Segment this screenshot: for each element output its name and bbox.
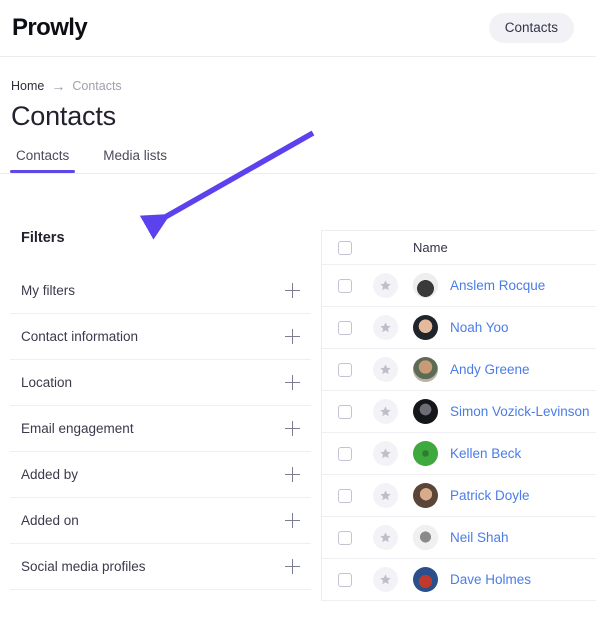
table-row[interactable]: Noah Yoo bbox=[322, 307, 596, 349]
contact-name-link[interactable]: Andy Greene bbox=[450, 362, 530, 377]
star-icon[interactable] bbox=[373, 483, 398, 508]
filter-row-contact-information[interactable]: Contact information bbox=[10, 314, 311, 360]
star-icon[interactable] bbox=[373, 441, 398, 466]
row-checkbox[interactable] bbox=[338, 404, 352, 419]
contact-name-link[interactable]: Simon Vozick-Levinson bbox=[450, 404, 590, 419]
tab-contacts[interactable]: Contacts bbox=[9, 148, 76, 173]
column-header-name: Name bbox=[413, 240, 448, 255]
filters-heading: Filters bbox=[21, 230, 65, 246]
contacts-header-button[interactable]: Contacts bbox=[488, 13, 574, 43]
contact-name-link[interactable]: Neil Shah bbox=[450, 530, 509, 545]
table-row[interactable]: Andy Greene bbox=[322, 349, 596, 391]
row-checkbox[interactable] bbox=[338, 278, 352, 293]
row-checkbox[interactable] bbox=[338, 320, 352, 335]
breadcrumb-home[interactable]: Home bbox=[11, 79, 44, 93]
avatar bbox=[413, 567, 438, 592]
row-checkbox[interactable] bbox=[338, 446, 352, 461]
filter-row-email-engagement[interactable]: Email engagement bbox=[10, 406, 311, 452]
app-logo: Prowly bbox=[12, 14, 88, 41]
avatar bbox=[413, 525, 438, 550]
main-content: Filters My filters Contact information L… bbox=[0, 230, 596, 601]
filter-label: Social media profiles bbox=[21, 559, 146, 574]
table-row[interactable]: Kellen Beck bbox=[322, 433, 596, 475]
plus-icon[interactable] bbox=[285, 375, 300, 390]
filter-row-social-media-profiles[interactable]: Social media profiles bbox=[10, 544, 311, 590]
star-icon[interactable] bbox=[373, 399, 398, 424]
contact-name-link[interactable]: Dave Holmes bbox=[450, 572, 531, 587]
plus-icon[interactable] bbox=[285, 513, 300, 528]
avatar bbox=[413, 357, 438, 382]
page-title: Contacts bbox=[11, 101, 116, 131]
avatar bbox=[413, 399, 438, 424]
star-icon[interactable] bbox=[373, 357, 398, 382]
tab-bar-divider bbox=[0, 173, 596, 174]
star-icon[interactable] bbox=[373, 525, 398, 550]
star-icon[interactable] bbox=[373, 273, 398, 298]
tab-bar: Contacts Media lists bbox=[9, 148, 596, 173]
filter-row-my-filters[interactable]: My filters bbox=[10, 268, 311, 314]
filter-label: My filters bbox=[21, 283, 75, 298]
table-header-row: Name bbox=[322, 231, 596, 265]
tab-media-lists[interactable]: Media lists bbox=[98, 148, 172, 173]
row-checkbox[interactable] bbox=[338, 572, 352, 587]
breadcrumb-current: Contacts bbox=[72, 79, 122, 93]
contact-name-link[interactable]: Anslem Rocque bbox=[450, 278, 545, 293]
table-row[interactable]: Neil Shah bbox=[322, 517, 596, 559]
app-header: Prowly Contacts bbox=[0, 0, 596, 57]
filter-row-location[interactable]: Location bbox=[10, 360, 311, 406]
filters-panel: Filters My filters Contact information L… bbox=[0, 230, 321, 590]
plus-icon[interactable] bbox=[285, 283, 300, 298]
filter-label: Location bbox=[21, 375, 73, 390]
avatar bbox=[413, 441, 438, 466]
row-checkbox[interactable] bbox=[338, 488, 352, 503]
row-checkbox[interactable] bbox=[338, 362, 352, 377]
select-all-checkbox[interactable] bbox=[338, 240, 352, 255]
table-row[interactable]: Simon Vozick-Levinson bbox=[322, 391, 596, 433]
filter-row-added-on[interactable]: Added on bbox=[10, 498, 311, 544]
filter-label: Added on bbox=[21, 513, 79, 528]
filter-row-added-by[interactable]: Added by bbox=[10, 452, 311, 498]
table-row[interactable]: Anslem Rocque bbox=[322, 265, 596, 307]
contact-name-link[interactable]: Patrick Doyle bbox=[450, 488, 530, 503]
avatar bbox=[413, 273, 438, 298]
row-checkbox[interactable] bbox=[338, 530, 352, 545]
plus-icon[interactable] bbox=[285, 329, 300, 344]
star-icon[interactable] bbox=[373, 315, 398, 340]
filter-label: Email engagement bbox=[21, 421, 134, 436]
plus-icon[interactable] bbox=[285, 421, 300, 436]
table-row[interactable]: Dave Holmes bbox=[322, 559, 596, 601]
avatar bbox=[413, 315, 438, 340]
contact-name-link[interactable]: Kellen Beck bbox=[450, 446, 521, 461]
plus-icon[interactable] bbox=[285, 559, 300, 574]
filter-label: Contact information bbox=[21, 329, 139, 344]
contact-name-link[interactable]: Noah Yoo bbox=[450, 320, 509, 335]
avatar bbox=[413, 483, 438, 508]
plus-icon[interactable] bbox=[285, 467, 300, 482]
breadcrumb-arrow-icon: → bbox=[51, 77, 66, 94]
contacts-table: Name Anslem Rocque Noah Yoo Andy Greene … bbox=[321, 230, 596, 601]
breadcrumb: Home → Contacts bbox=[0, 57, 596, 94]
star-icon[interactable] bbox=[373, 567, 398, 592]
table-row[interactable]: Patrick Doyle bbox=[322, 475, 596, 517]
filter-label: Added by bbox=[21, 467, 79, 482]
